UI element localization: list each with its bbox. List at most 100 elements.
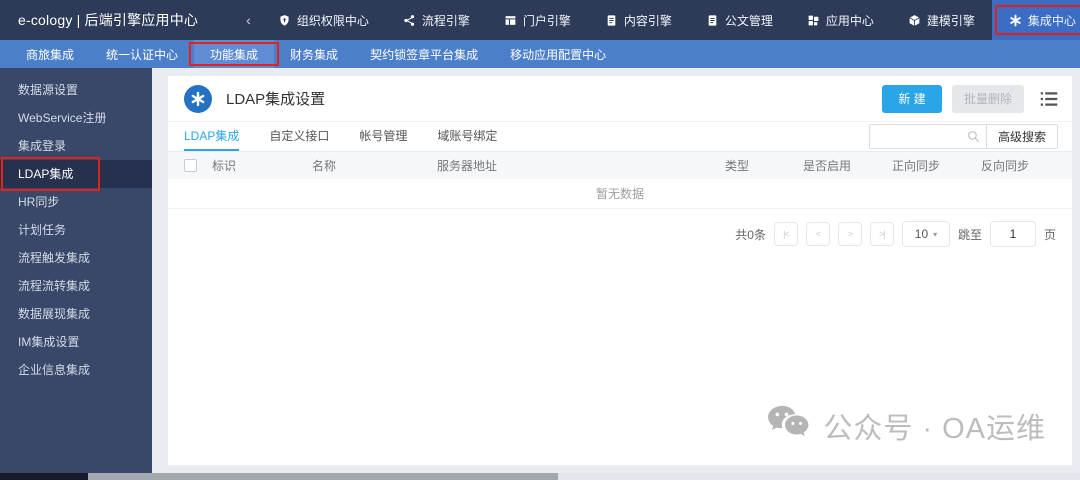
subnav-item-function-integration[interactable]: 功能集成 (189, 40, 280, 68)
page-size-value: 10 (914, 227, 929, 241)
search-input[interactable] (869, 125, 967, 148)
table-header: 标识 名称 服务器地址 类型 是否启用 正向同步 反向同步 (168, 152, 1072, 179)
topnav-label: 建模引擎 (926, 13, 975, 28)
subnav-label: 商旅集成 (26, 47, 75, 62)
first-page-button[interactable]: |< (773, 222, 798, 246)
select-all-checkbox[interactable] (184, 159, 197, 172)
subnav-label: 功能集成 (210, 47, 259, 62)
chevron-down-icon: ▾ (933, 229, 938, 239)
pagination-total: 共0条 (735, 227, 766, 242)
watermark: 公众号 · OA运维 (765, 403, 1046, 449)
search-area: 高级搜索 (868, 122, 1058, 151)
column-header-server-address: 服务器地址 (437, 159, 498, 173)
sidebar-item-enterprise-info[interactable]: 企业信息集成 (0, 356, 152, 384)
sidebar-item-data-display[interactable]: 数据展现集成 (0, 300, 152, 328)
workflow-icon (403, 14, 416, 27)
column-header-type: 类型 (724, 159, 749, 173)
sidebar-item-label: LDAP集成 (18, 167, 74, 181)
batch-delete-button[interactable]: 批量删除 (952, 84, 1024, 113)
scrollbar-thumb[interactable] (88, 473, 558, 480)
subnav-label: 移动应用配置中心 (510, 47, 607, 62)
list-view-icon[interactable] (1040, 91, 1058, 107)
topnav-label: 组织权限中心 (296, 13, 369, 28)
sidebar-item-datasource[interactable]: 数据源设置 (0, 76, 152, 104)
column-header-enabled: 是否启用 (802, 159, 851, 173)
topnav-item-portal[interactable]: 门户引擎 (487, 0, 588, 40)
last-page-button[interactable]: >| (869, 222, 894, 246)
sidebar-item-ldap[interactable]: LDAP集成 (0, 157, 152, 191)
topnav-label: 门户引擎 (522, 13, 571, 28)
subnav-label: 财务集成 (290, 47, 339, 62)
tabs-row: LDAP集成 自定义接口 帐号管理 域账号绑定 高级搜索 (168, 122, 1072, 152)
topnav-item-org-auth[interactable]: 组织权限中心 (261, 0, 386, 40)
grid-icon (807, 14, 820, 27)
main-area: LDAP集成设置 新 建 批量删除 LDAP集成 自定义接口 帐号管理 域账号绑… (152, 68, 1080, 473)
topnav-label: 集成中心 (1027, 13, 1076, 28)
tab-ldap-integration[interactable]: LDAP集成 (184, 122, 240, 151)
document-icon (605, 14, 618, 27)
pagination: 共0条 |< < > >| 10 ▾ 跳至 页 (168, 209, 1072, 247)
subnav-label: 契约锁签章平台集成 (370, 47, 479, 62)
sidebar: 数据源设置 WebService注册 集成登录 LDAP集成 HR同步 计划任务… (0, 68, 152, 473)
page-title: LDAP集成设置 (226, 91, 326, 108)
page-size-select[interactable]: 10 ▾ (901, 221, 950, 247)
new-button[interactable]: 新 建 (882, 84, 942, 113)
top-nav: 组织权限中心 流程引擎 门户引擎 内容引擎 公文管理 应用中心 建模引擎 集成中… (261, 0, 1080, 40)
page-body: 数据源设置 WebService注册 集成登录 LDAP集成 HR同步 计划任务… (0, 68, 1080, 473)
advanced-search-button[interactable]: 高级搜索 (986, 124, 1058, 149)
shield-icon (278, 14, 291, 27)
next-page-button[interactable]: > (837, 222, 862, 246)
subnav-item-auth-center[interactable]: 统一认证中心 (90, 40, 194, 68)
watermark-text: 公众号 · OA运维 (823, 413, 1046, 445)
column-header-id: 标识 (212, 159, 237, 173)
column-header-reverse-sync: 反向同步 (980, 159, 1029, 173)
sidebar-item-im-settings[interactable]: IM集成设置 (0, 328, 152, 356)
column-header-name: 名称 (312, 159, 337, 173)
jump-label: 跳至 (957, 227, 982, 242)
card-header: LDAP集成设置 新 建 批量删除 (168, 76, 1072, 122)
topnav-item-content[interactable]: 内容引擎 (588, 0, 689, 40)
wechat-icon (765, 403, 811, 449)
integration-asterisk-icon (184, 84, 212, 113)
sidebar-item-scheduled-tasks[interactable]: 计划任务 (0, 216, 152, 244)
subnav-item-mobile-config[interactable]: 移动应用配置中心 (494, 40, 622, 68)
sub-nav: 商旅集成 统一认证中心 功能集成 财务集成 契约锁签章平台集成 移动应用配置中心 (0, 40, 1080, 68)
jump-page-input[interactable] (989, 221, 1036, 247)
subnav-item-travel[interactable]: 商旅集成 (10, 40, 90, 68)
subnav-item-esign[interactable]: 契约锁签章平台集成 (354, 40, 494, 68)
app-logo: e-cology | 后端引擎应用中心 (18, 12, 199, 28)
subnav-label: 统一认证中心 (106, 47, 179, 62)
scrollbar-corner (0, 473, 88, 480)
topnav-label: 公文管理 (724, 13, 773, 28)
table-empty-state: 暂无数据 (168, 179, 1072, 209)
column-header-forward-sync: 正向同步 (891, 159, 940, 173)
topnav-label: 流程引擎 (421, 13, 470, 28)
portal-icon (504, 14, 517, 27)
topnav-item-workflow[interactable]: 流程引擎 (386, 0, 487, 40)
prev-page-button[interactable]: < (805, 222, 830, 246)
cube-icon (908, 14, 921, 27)
sidebar-item-workflow-trigger[interactable]: 流程触发集成 (0, 244, 152, 272)
horizontal-scrollbar (0, 473, 1080, 480)
content-card: LDAP集成设置 新 建 批量删除 LDAP集成 自定义接口 帐号管理 域账号绑… (168, 76, 1072, 465)
sidebar-item-webservice[interactable]: WebService注册 (0, 104, 152, 132)
topnav-item-app-center[interactable]: 应用中心 (790, 0, 891, 40)
sidebar-item-hr-sync[interactable]: HR同步 (0, 188, 152, 216)
topnav-item-modeling[interactable]: 建模引擎 (891, 0, 992, 40)
top-bar: e-cology | 后端引擎应用中心 ‹ 组织权限中心 流程引擎 门户引擎 内… (0, 0, 1080, 40)
search-icon (967, 130, 980, 143)
topnav-label: 应用中心 (825, 13, 874, 28)
topnav-item-integration-center[interactable]: 集成中心 (991, 0, 1080, 40)
subnav-item-finance[interactable]: 财务集成 (274, 40, 354, 68)
asterisk-icon (1009, 14, 1022, 27)
tab-domain-account-binding[interactable]: 域账号绑定 (437, 122, 497, 151)
sidebar-item-sso-login[interactable]: 集成登录 (0, 132, 152, 160)
document-icon (706, 14, 719, 27)
topnav-label: 内容引擎 (623, 13, 672, 28)
topnav-item-official-doc[interactable]: 公文管理 (689, 0, 790, 40)
page-unit-label: 页 (1043, 227, 1056, 242)
sidebar-item-workflow-flow[interactable]: 流程流转集成 (0, 272, 152, 300)
tab-custom-interface[interactable]: 自定义接口 (269, 122, 329, 151)
nav-collapse-icon[interactable]: ‹ (236, 12, 261, 28)
tab-account-management[interactable]: 帐号管理 (359, 122, 407, 151)
